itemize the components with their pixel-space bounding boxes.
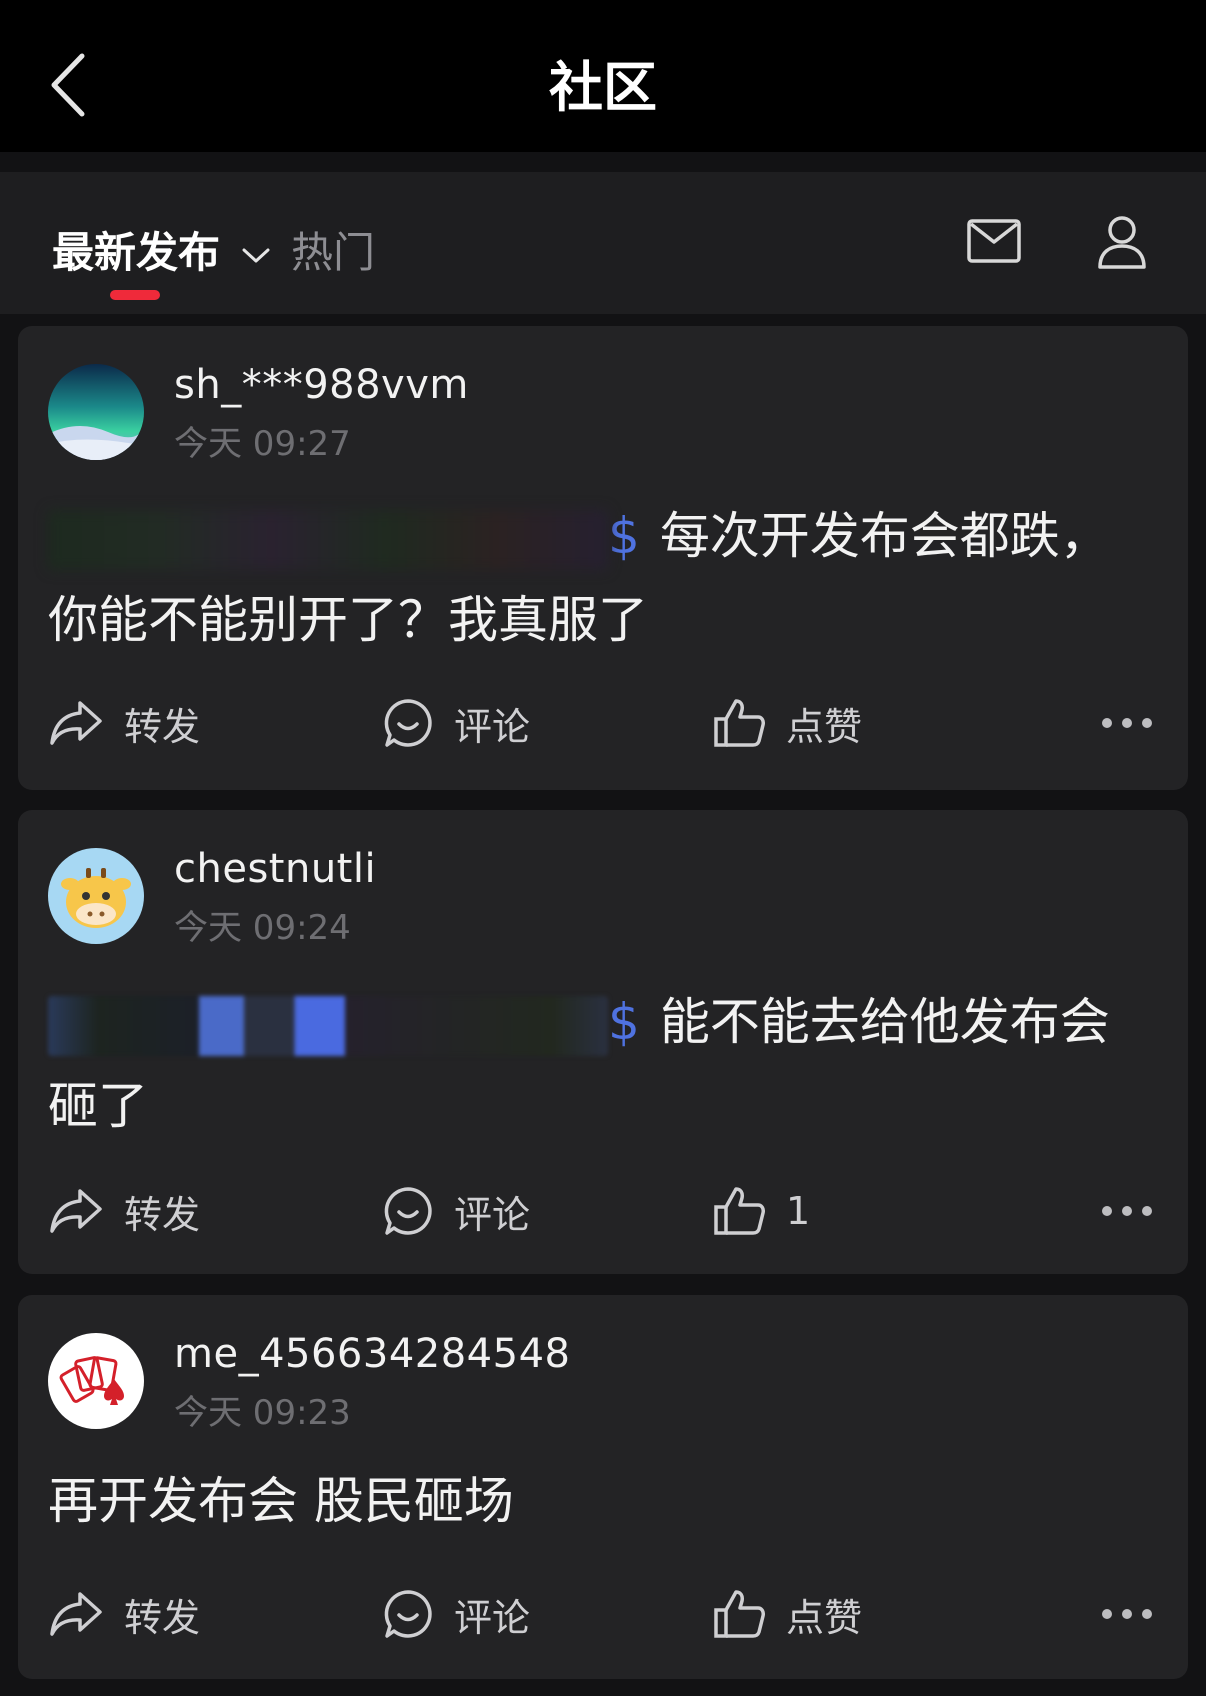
- comment-label: 评论: [454, 1595, 531, 1640]
- post-text-line: 砸了: [48, 1077, 148, 1135]
- post-text-line: 能不能去给他发布会: [659, 993, 1110, 1051]
- comment-icon: [384, 1590, 432, 1638]
- more-button[interactable]: [1102, 1176, 1152, 1246]
- messages-button[interactable]: [966, 218, 1022, 268]
- redacted-content: [48, 995, 608, 1056]
- share-icon: [50, 701, 102, 745]
- post-time: 今天 09:24: [174, 908, 351, 948]
- username[interactable]: sh_***988vvm: [174, 362, 469, 408]
- avatar[interactable]: [48, 848, 144, 944]
- redacted-content: [48, 509, 608, 570]
- comment-label: 评论: [454, 704, 531, 749]
- aurora-avatar-image: [48, 364, 144, 460]
- post-actions: 转发 评论 点赞: [18, 1579, 1188, 1649]
- post-text-line: 再开发布会 股民砸场: [48, 1472, 514, 1530]
- chevron-down-icon: [242, 248, 270, 262]
- share-label: 转发: [124, 1192, 201, 1237]
- post-content: $ 能不能去给他发布会 砸了: [48, 980, 1158, 1148]
- tab-latest-label: 最新发布: [52, 228, 221, 277]
- like-label: 点赞: [786, 704, 863, 749]
- avatar[interactable]: [48, 1333, 144, 1429]
- share-icon: [50, 1189, 102, 1233]
- post-time: 今天 09:27: [174, 424, 351, 464]
- thumbs-up-icon: [714, 699, 765, 747]
- thumbs-up-icon: [714, 1187, 765, 1235]
- tab-latest[interactable]: 最新发布: [52, 219, 271, 280]
- stock-tag-symbol[interactable]: $: [608, 993, 640, 1051]
- comment-icon: [384, 1187, 432, 1235]
- comment-button[interactable]: 评论: [382, 688, 530, 758]
- share-icon: [50, 1592, 102, 1636]
- like-label: 点赞: [786, 1595, 863, 1640]
- more-icon: [1102, 1609, 1152, 1619]
- feed-tab-bar: 最新发布 热门: [0, 172, 1206, 314]
- share-button[interactable]: 转发: [48, 1176, 200, 1246]
- post-time: 今天 09:23: [174, 1393, 351, 1433]
- post-card: me_456634284548 今天 09:23 再开发布会 股民砸场 转发 评…: [18, 1295, 1188, 1679]
- thumbs-up-icon: [714, 1590, 765, 1638]
- comment-icon: [384, 699, 432, 747]
- like-button[interactable]: 1: [712, 1176, 810, 1246]
- post-content: $ 每次开发布会都跌， 你能不能别开了？我真服了: [48, 494, 1158, 662]
- post-card: chestnutli 今天 09:24 $ 能不能去给他发布会 砸了 转发 评论 …: [18, 810, 1188, 1274]
- username[interactable]: me_456634284548: [174, 1331, 570, 1377]
- more-button[interactable]: [1102, 1579, 1152, 1649]
- share-label: 转发: [124, 704, 201, 749]
- like-button[interactable]: 点赞: [712, 688, 862, 758]
- post-text-line: 你能不能别开了？我真服了: [48, 591, 648, 649]
- post-content: 再开发布会 股民砸场: [48, 1459, 1158, 1543]
- like-button[interactable]: 点赞: [712, 1579, 862, 1649]
- comment-button[interactable]: 评论: [382, 1176, 530, 1246]
- post-text-line: 每次开发布会都跌，: [659, 507, 1110, 565]
- more-button[interactable]: [1102, 688, 1152, 758]
- mail-icon: [967, 219, 1021, 263]
- cow-avatar-image: [48, 848, 144, 944]
- comment-button[interactable]: 评论: [382, 1579, 530, 1649]
- page-title: 社区: [549, 56, 657, 119]
- profile-button[interactable]: [1096, 214, 1148, 274]
- top-navigation-bar: 社区: [0, 0, 1206, 152]
- share-button[interactable]: 转发: [48, 688, 200, 758]
- post-actions: 转发 评论 点赞: [18, 688, 1188, 758]
- user-icon: [1098, 216, 1146, 269]
- share-button[interactable]: 转发: [48, 1579, 200, 1649]
- active-tab-indicator: [110, 290, 160, 300]
- stock-tag-symbol[interactable]: $: [608, 507, 640, 565]
- share-label: 转发: [124, 1595, 201, 1640]
- like-count: 1: [786, 1189, 811, 1233]
- tab-hot[interactable]: 热门: [291, 219, 375, 280]
- post-actions: 转发 评论 1: [18, 1176, 1188, 1246]
- post-card: sh_***988vvm 今天 09:27 $ 每次开发布会都跌， 你能不能别开了…: [18, 326, 1188, 790]
- comment-label: 评论: [454, 1192, 531, 1237]
- avatar[interactable]: [48, 364, 144, 460]
- more-icon: [1102, 718, 1152, 728]
- more-icon: [1102, 1206, 1152, 1216]
- cards-avatar-image: [48, 1333, 144, 1429]
- username[interactable]: chestnutli: [174, 846, 376, 892]
